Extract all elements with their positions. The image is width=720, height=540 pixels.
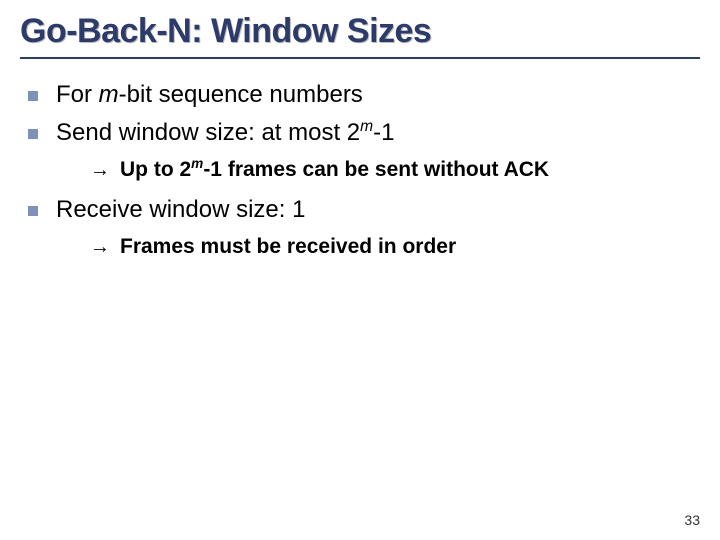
arrow-icon: → bbox=[90, 156, 110, 184]
sub-list-item: → Frames must be received in order bbox=[90, 233, 700, 261]
list-item-text: Send window size: at most 2m-1 bbox=[56, 117, 395, 149]
list-item-text: Receive window size: 1 bbox=[56, 194, 305, 226]
list-item-text: For m-bit sequence numbers bbox=[56, 79, 363, 111]
sub-list-item-text: Up to 2m-1 frames can be sent without AC… bbox=[120, 156, 549, 184]
square-bullet-icon bbox=[28, 129, 38, 139]
sub-list-item-text: Frames must be received in order bbox=[120, 233, 456, 261]
list-item: Receive window size: 1 bbox=[28, 194, 700, 226]
list-item: For m-bit sequence numbers bbox=[28, 79, 700, 111]
sub-list-item: → Up to 2m-1 frames can be sent without … bbox=[90, 156, 700, 184]
bullet-list: For m-bit sequence numbers Send window s… bbox=[20, 79, 700, 261]
list-item: Send window size: at most 2m-1 bbox=[28, 117, 700, 149]
page-number: 33 bbox=[684, 512, 700, 528]
arrow-icon: → bbox=[90, 233, 110, 261]
square-bullet-icon bbox=[28, 91, 38, 101]
slide-title: Go-Back-N: Window Sizes bbox=[20, 12, 700, 59]
square-bullet-icon bbox=[28, 206, 38, 216]
